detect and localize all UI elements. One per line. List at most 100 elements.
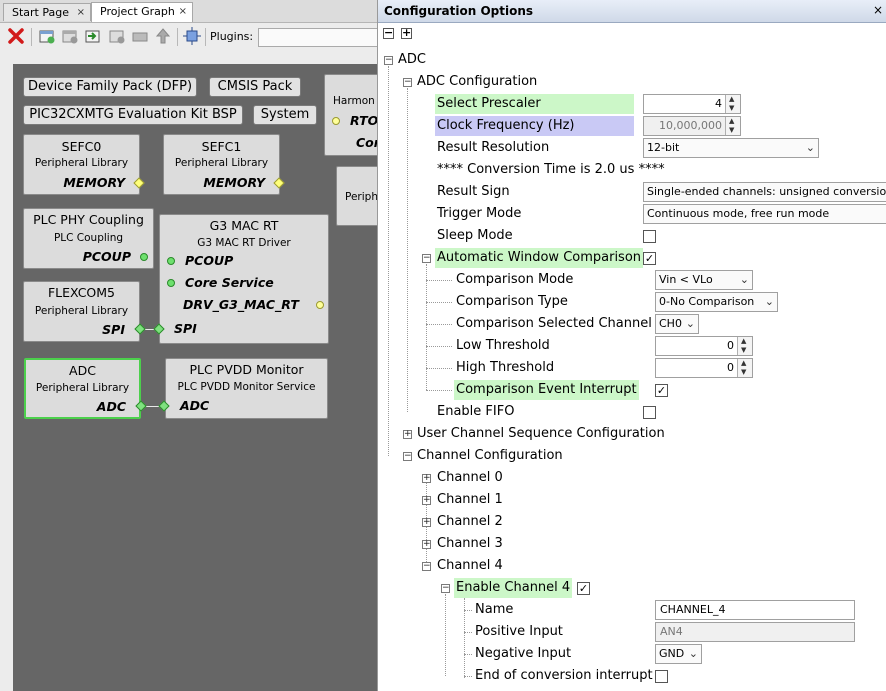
tree-node-user-channel-sequence[interactable]: User Channel Sequence Configuration — [417, 424, 665, 444]
port-dot[interactable] — [140, 253, 148, 261]
close-icon[interactable]: × — [77, 4, 85, 22]
spinner-arrows-icon[interactable] — [725, 95, 740, 113]
port-diamond[interactable] — [133, 177, 145, 189]
plugins-label: Plugins: — [210, 30, 254, 43]
tree-node-channel-3[interactable]: Channel 3 — [437, 534, 503, 554]
enable-channel-4-label[interactable]: Enable Channel 4 — [454, 578, 573, 598]
spinner-arrows-icon — [725, 117, 740, 135]
tree-node-channel-4[interactable]: Channel 4 — [437, 556, 503, 576]
collapse-icon[interactable]: − — [403, 78, 412, 87]
panel-title: Configuration Options — [384, 4, 534, 18]
dropdown-value: Vin < VLo — [659, 273, 713, 286]
node-title: SEFC1 — [201, 139, 242, 154]
expand-icon[interactable]: + — [422, 518, 431, 527]
delete-icon[interactable] — [7, 27, 25, 45]
tree-node-adc-configuration[interactable]: ADC Configuration — [417, 72, 537, 92]
graph-toolbar: Plugins: — [0, 23, 377, 51]
low-threshold-spinner[interactable]: 0 — [655, 336, 753, 356]
port-diamond[interactable] — [273, 177, 285, 189]
negative-input-dropdown[interactable]: GND ⌄ — [655, 644, 702, 664]
export-icon[interactable] — [108, 27, 126, 45]
high-threshold-spinner[interactable]: 0 — [655, 358, 753, 378]
node-subtitle: Peripheral Library — [34, 305, 129, 317]
graph-canvas[interactable]: Device Family Pack (DFP) CMSIS Pack PIC3… — [13, 64, 384, 691]
negative-input-label: Negative Input — [475, 646, 572, 661]
import-icon[interactable] — [84, 27, 102, 45]
port-dot[interactable] — [167, 279, 175, 287]
select-prescaler-label: Select Prescaler — [435, 94, 634, 114]
end-of-conversion-interrupt-checkbox[interactable] — [655, 670, 668, 683]
collapse-icon[interactable]: − — [441, 584, 450, 593]
cmsis-component[interactable]: CMSIS Pack — [209, 77, 301, 97]
configuration-options-panel: Configuration Options × − + − ADC − ADC … — [377, 0, 886, 691]
collapse-all-icon[interactable]: − — [383, 27, 394, 39]
plugins-dropdown[interactable] — [258, 28, 377, 47]
channel-name-input[interactable]: CHANNEL_4 — [655, 600, 855, 620]
save-icon[interactable] — [61, 27, 79, 45]
tree-node-channel-0[interactable]: Channel 0 — [437, 468, 503, 488]
node-subtitle: Peripheral Library — [34, 157, 129, 169]
port-dot[interactable] — [332, 117, 340, 125]
dropdown-value: GND — [659, 647, 685, 660]
plc-phy-coupling-node[interactable]: PLC PHY Coupling PLC Coupling PCOUP — [23, 208, 154, 269]
node-title: FLEXCOM5 — [47, 285, 115, 300]
close-icon[interactable]: × — [873, 3, 883, 17]
node-subtitle: G3 MAC RT Driver — [197, 237, 291, 249]
automatic-window-comparison-checkbox[interactable]: ✓ — [643, 252, 656, 265]
port-label: PCOUP — [185, 253, 234, 268]
comparison-mode-dropdown[interactable]: Vin < VLo ⌄ — [655, 270, 753, 290]
port-dot[interactable] — [167, 257, 175, 265]
bsp-component[interactable]: PIC32CXMTG Evaluation Kit BSP — [23, 105, 243, 125]
collapse-icon[interactable]: − — [403, 452, 412, 461]
comparison-event-interrupt-checkbox[interactable]: ✓ — [655, 384, 668, 397]
tree-node-channel-configuration[interactable]: Channel Configuration — [417, 446, 563, 466]
clock-frequency-spinner: 10,000,000 — [643, 116, 741, 136]
move-up-icon[interactable] — [154, 27, 172, 45]
collapse-icon[interactable]: − — [384, 56, 393, 65]
trigger-mode-dropdown[interactable]: Continuous mode, free run mode — [643, 204, 886, 224]
dropdown-value: CH0 — [659, 317, 682, 330]
sefc0-node[interactable]: SEFC0 Peripheral Library MEMORY — [23, 134, 145, 195]
spinner-arrows-icon[interactable] — [737, 359, 752, 377]
sleep-mode-checkbox[interactable] — [643, 230, 656, 243]
sefc1-node[interactable]: SEFC1 Peripheral Library MEMORY — [163, 134, 285, 195]
spinner-arrows-icon[interactable] — [737, 337, 752, 355]
tab-project-graph[interactable]: Project Graph × — [91, 2, 193, 22]
select-prescaler-spinner[interactable]: 4 — [643, 94, 741, 114]
collapse-icon[interactable]: − — [422, 562, 431, 571]
low-threshold-label: Low Threshold — [456, 338, 550, 353]
enable-channel-4-checkbox[interactable]: ✓ — [577, 582, 590, 595]
tab-start-page[interactable]: Start Page × — [3, 3, 91, 21]
expand-icon[interactable]: + — [403, 430, 412, 439]
dropdown-value: 0-No Comparison — [659, 295, 755, 308]
tree-node-adc[interactable]: ADC — [398, 50, 426, 70]
enable-fifo-checkbox[interactable] — [643, 406, 656, 419]
node-title: PLC PVDD Monitor — [189, 362, 304, 377]
print-icon[interactable] — [131, 27, 149, 45]
comparison-type-dropdown[interactable]: 0-No Comparison ⌄ — [655, 292, 778, 312]
expand-icon[interactable]: + — [422, 540, 431, 549]
expand-all-icon[interactable]: + — [401, 27, 412, 39]
automatic-window-comparison-label[interactable]: Automatic Window Comparison — [435, 248, 644, 268]
flexcom5-node[interactable]: FLEXCOM5 Peripheral Library SPI — [23, 281, 140, 342]
result-resolution-dropdown[interactable]: 12-bit ⌄ — [643, 138, 819, 158]
plc-pvdd-monitor-node[interactable]: PLC PVDD Monitor PLC PVDD Monitor Servic… — [165, 358, 328, 419]
system-component[interactable]: System — [253, 105, 317, 125]
adc-node[interactable]: ADC Peripheral Library ADC — [24, 358, 141, 419]
comparison-channel-dropdown[interactable]: CH0 ⌄ — [655, 314, 699, 334]
g3-mac-rt-node[interactable]: G3 MAC RT G3 MAC RT Driver PCOUP Core Se… — [159, 214, 329, 344]
tree-node-channel-1[interactable]: Channel 1 — [437, 490, 503, 510]
port-dot[interactable] — [316, 301, 324, 309]
new-component-icon[interactable] — [38, 27, 56, 45]
dfp-component[interactable]: Device Family Pack (DFP) — [23, 77, 197, 97]
collapse-icon[interactable]: − — [422, 254, 431, 263]
expand-icon[interactable]: + — [422, 496, 431, 505]
expand-icon[interactable]: + — [422, 474, 431, 483]
comparison-mode-label: Comparison Mode — [456, 272, 574, 287]
auto-arrange-icon[interactable] — [183, 27, 201, 45]
close-icon[interactable]: × — [179, 3, 187, 21]
tree-node-channel-2[interactable]: Channel 2 — [437, 512, 503, 532]
harmony-core-node[interactable]: Harmon RTO Cor — [324, 74, 384, 156]
spinner-value: 10,000,000 — [659, 119, 722, 132]
result-sign-dropdown[interactable]: Single-ended channels: unsigned conversi… — [643, 182, 886, 202]
